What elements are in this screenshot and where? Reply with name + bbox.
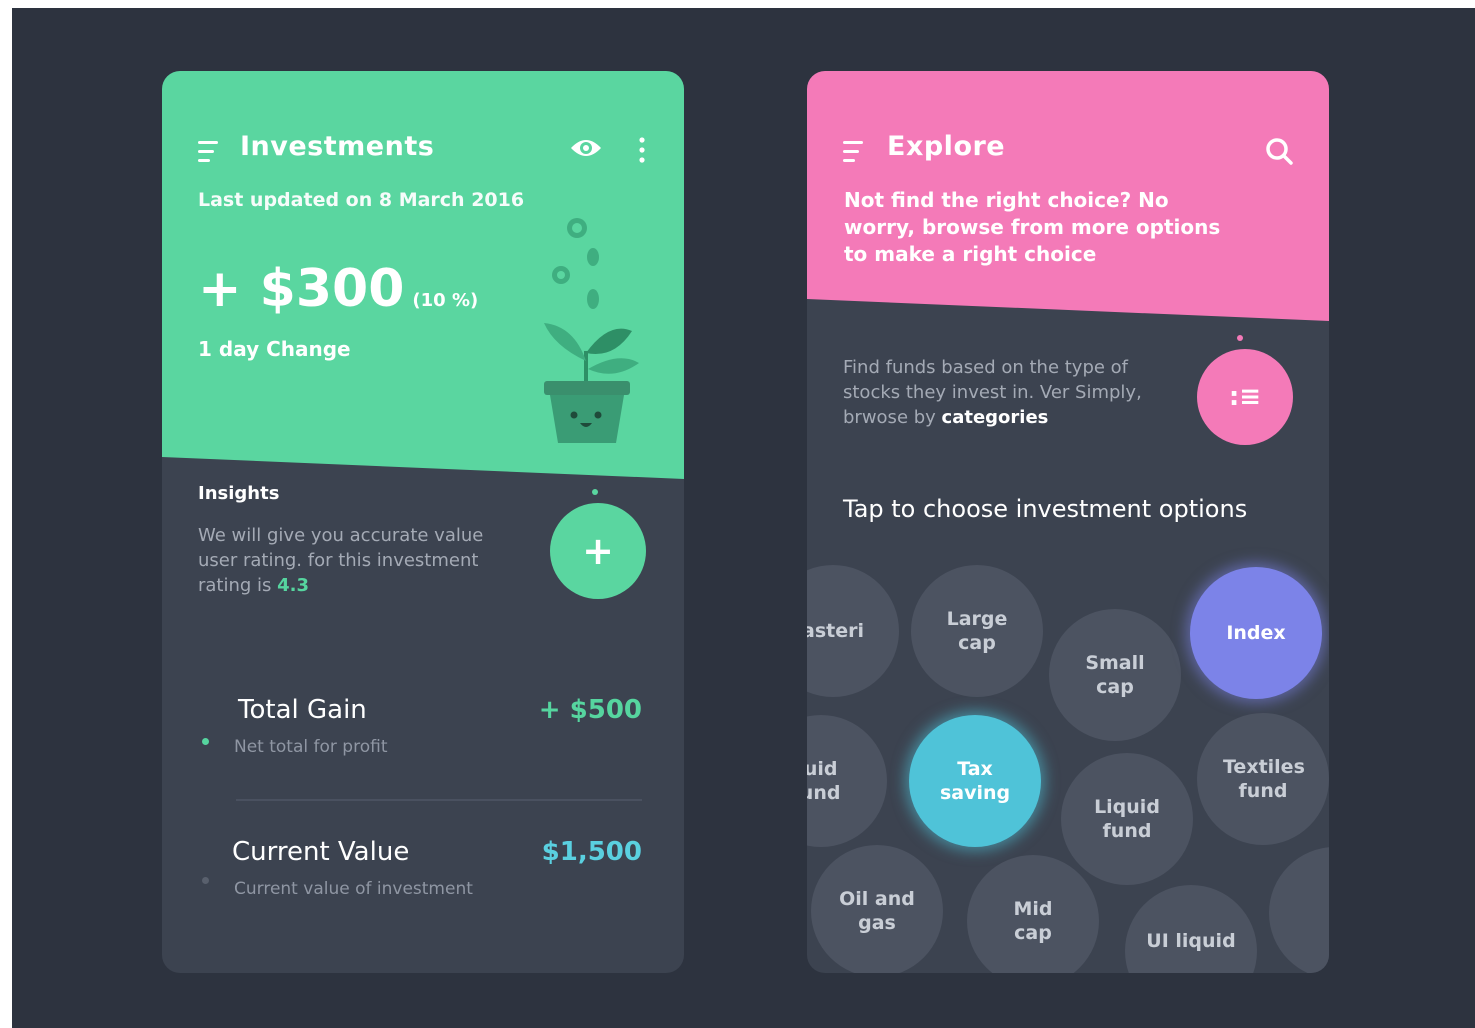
- bubble-label: Liquid fund: [1094, 796, 1160, 842]
- bubble-option-selected[interactable]: Index: [1190, 567, 1322, 699]
- bubble-option[interactable]: asteri: [807, 565, 899, 697]
- bubble-option[interactable]: Liquid fund: [1061, 753, 1193, 885]
- categories-link[interactable]: categories: [942, 407, 1049, 428]
- menu-icon[interactable]: [198, 141, 218, 163]
- bubble-label: Large cap: [946, 608, 1008, 654]
- add-button[interactable]: +: [550, 503, 646, 599]
- row-bullet-active: [202, 738, 209, 745]
- bubble-option[interactable]: Oil and gas: [811, 845, 943, 973]
- canvas: Investments Last updated on 8 March 2016…: [12, 8, 1475, 1028]
- bubble-option[interactable]: Small cap: [1049, 609, 1181, 741]
- current-value-value: $1,500: [541, 837, 642, 867]
- bubble-label: Tax saving: [940, 758, 1011, 804]
- insights-body: We will give you accurate value user rat…: [198, 525, 484, 596]
- amount-value: + $300: [198, 259, 405, 319]
- bubble-option[interactable]: Large cap: [911, 565, 1043, 697]
- insights-rating: 4.3: [277, 575, 310, 596]
- bubble-option[interactable]: Mid cap: [967, 855, 1099, 973]
- insights-text: We will give you accurate value user rat…: [198, 523, 528, 598]
- search-icon[interactable]: [1265, 137, 1293, 169]
- investments-card: Investments Last updated on 8 March 2016…: [162, 71, 684, 973]
- explore-intro: Not find the right choice? No worry, bro…: [844, 188, 1221, 266]
- bubble-label: Small cap: [1085, 652, 1145, 698]
- last-updated: Last updated on 8 March 2016: [198, 189, 525, 211]
- list-icon[interactable]: :≡: [1197, 349, 1293, 445]
- explore-card: Explore Not find the right choice? No wo…: [807, 71, 1329, 973]
- page-title: Investments: [240, 131, 435, 162]
- more-vertical-icon[interactable]: [638, 137, 646, 167]
- total-gain-value: + $500: [538, 695, 642, 725]
- day-change-amount: + $300 (10 %): [198, 259, 478, 319]
- menu-icon[interactable]: [843, 141, 863, 163]
- bubble-label: Textiles fund: [1223, 756, 1305, 802]
- page-title: Explore: [887, 131, 1006, 162]
- funds-description: Find funds based on the type of stocks t…: [843, 355, 1183, 430]
- eye-icon[interactable]: [570, 137, 602, 163]
- choose-title: Tap to choose investment options: [843, 495, 1248, 523]
- bubble-option[interactable]: [1269, 847, 1329, 973]
- amount-percent: (10 %): [412, 290, 479, 311]
- bubble-label: Mid cap: [1013, 898, 1053, 944]
- current-value-subtitle: Current value of investment: [234, 879, 473, 899]
- bubble-option[interactable]: UI liquid: [1125, 885, 1257, 973]
- bubble-label: ruid fund: [807, 758, 841, 804]
- change-label: 1 day Change: [198, 337, 351, 361]
- plant-illustration: [534, 211, 644, 455]
- bubble-option[interactable]: Textiles fund: [1197, 713, 1329, 845]
- row-divider: [236, 799, 642, 801]
- row-bullet-inactive: [202, 877, 209, 884]
- bubble-option[interactable]: ruid fund: [807, 715, 887, 847]
- fab-dot: [1237, 335, 1243, 341]
- bubble-label: Oil and gas: [839, 888, 915, 934]
- total-gain-title: Total Gain: [238, 695, 367, 725]
- total-gain-subtitle: Net total for profit: [234, 737, 388, 757]
- insights-title: Insights: [198, 483, 280, 504]
- current-value-title: Current Value: [232, 837, 410, 867]
- fab-dot: [592, 489, 598, 495]
- bubble-option-selected[interactable]: Tax saving: [909, 715, 1041, 847]
